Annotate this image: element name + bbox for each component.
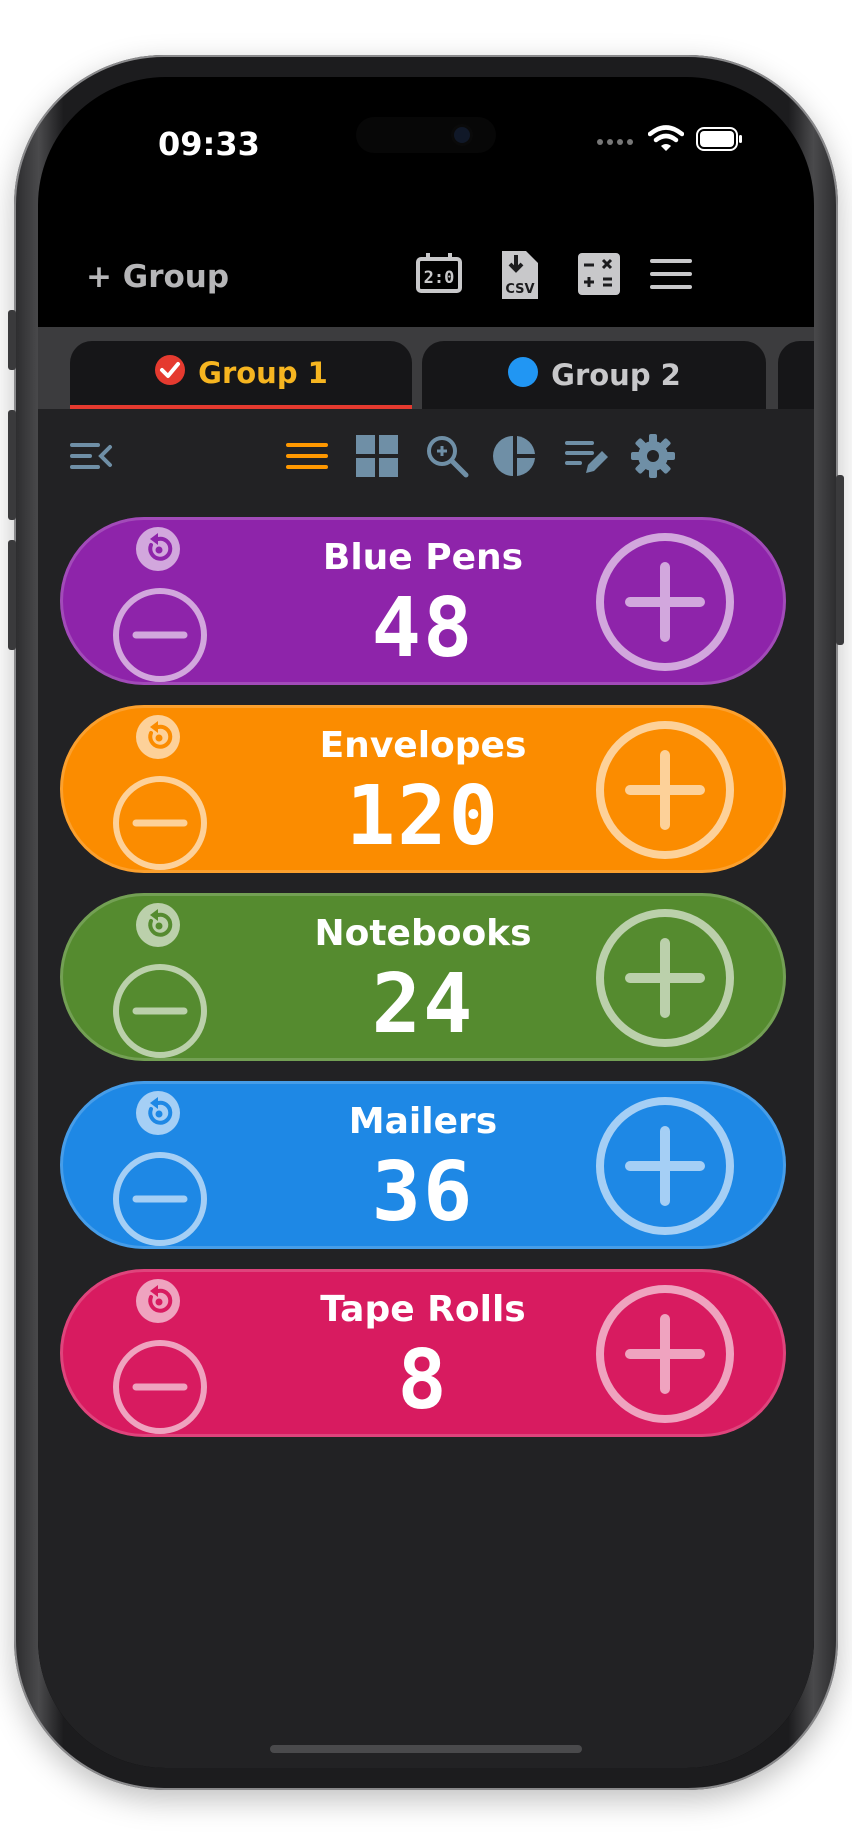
decrement-button[interactable] xyxy=(110,961,210,1061)
phone-frame: 09:33 + Group 2:0 CSV Group 1 Group 2 Bl… xyxy=(8,55,844,1790)
status-icons xyxy=(596,125,744,157)
battery-icon xyxy=(696,126,744,156)
menu-icon[interactable] xyxy=(646,249,696,303)
increment-button[interactable] xyxy=(592,529,738,675)
csv-export-icon[interactable]: CSV xyxy=(494,249,544,305)
increment-button[interactable] xyxy=(592,1093,738,1239)
counter-card: Mailers 36 xyxy=(60,1081,786,1249)
search-icon[interactable] xyxy=(424,433,470,483)
counter-card: Tape Rolls 8 xyxy=(60,1269,786,1437)
scoreboard-icon[interactable]: 2:0 xyxy=(414,249,464,303)
status-time: 09:33 xyxy=(158,125,260,163)
screen: 09:33 + Group 2:0 CSV Group 1 Group 2 Bl… xyxy=(38,77,814,1768)
tab-bar: Group 1 Group 2 xyxy=(38,327,814,409)
list-view-icon[interactable] xyxy=(284,433,330,483)
calculator-icon[interactable] xyxy=(574,249,624,303)
action-button xyxy=(8,310,16,370)
pie-chart-icon[interactable] xyxy=(492,433,538,483)
decrement-button[interactable] xyxy=(110,1149,210,1249)
home-indicator xyxy=(270,1745,582,1753)
power-button xyxy=(836,475,844,645)
grid-view-icon[interactable] xyxy=(354,433,400,483)
red-check-circle-icon xyxy=(154,354,186,393)
collapse-menu-icon[interactable] xyxy=(68,433,114,483)
tab-group-2[interactable]: Group 2 xyxy=(422,341,766,409)
volume-up-button xyxy=(8,410,16,520)
svg-text:CSV: CSV xyxy=(505,282,534,297)
decrement-button[interactable] xyxy=(110,1337,210,1437)
signal-dots-icon xyxy=(596,132,636,151)
tab-label: Group 1 xyxy=(198,356,328,390)
svg-text:2:0: 2:0 xyxy=(424,268,455,288)
increment-button[interactable] xyxy=(592,717,738,863)
increment-button[interactable] xyxy=(592,1281,738,1427)
dynamic-island xyxy=(356,117,496,153)
blue-dot-icon xyxy=(507,356,539,395)
volume-down-button xyxy=(8,540,16,650)
decrement-button[interactable] xyxy=(110,585,210,685)
tab-overflow[interactable] xyxy=(778,341,814,409)
add-group-button[interactable]: + Group xyxy=(86,259,229,295)
increment-button[interactable] xyxy=(592,905,738,1051)
content-area: Group 1 Group 2 Blue Pens 48 Envelopes 1… xyxy=(38,327,814,1768)
settings-icon[interactable] xyxy=(630,433,676,483)
wifi-icon xyxy=(647,125,685,157)
counter-card: Envelopes 120 xyxy=(60,705,786,873)
app-bar: + Group 2:0 CSV xyxy=(38,227,814,327)
tab-label: Group 2 xyxy=(551,358,681,392)
decrement-button[interactable] xyxy=(110,773,210,873)
view-toolbar xyxy=(38,409,814,509)
tab-group-1[interactable]: Group 1 xyxy=(70,341,412,409)
counter-card: Blue Pens 48 xyxy=(60,517,786,685)
counter-card: Notebooks 24 xyxy=(60,893,786,1061)
edit-list-icon[interactable] xyxy=(564,433,610,483)
